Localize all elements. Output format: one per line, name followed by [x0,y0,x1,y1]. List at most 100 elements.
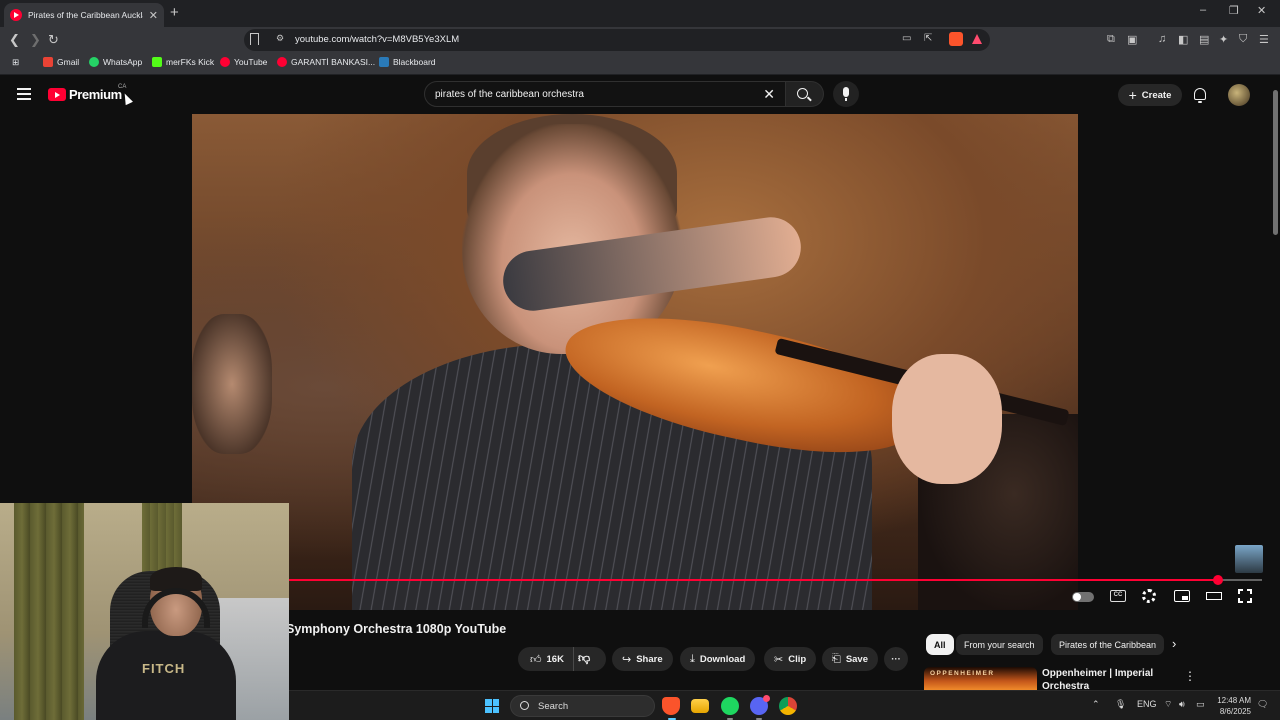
wallet-icon[interactable]: ▣ [1127,33,1137,46]
windows-start-icon[interactable] [485,699,499,713]
bookmark-youtube[interactable]: YouTube [220,57,267,67]
settings-gear-icon[interactable] [1142,589,1156,603]
spotify-icon[interactable] [721,697,739,715]
download-button[interactable]: ⤓ Download [680,647,756,671]
avatar[interactable] [1228,84,1250,106]
minimize-button[interactable]: – [1200,4,1206,16]
captions-button[interactable]: CC [1110,590,1126,602]
theater-mode-icon[interactable] [1206,592,1222,600]
thumbs-up-icon: 👍︎ [530,653,542,666]
channel-watermark[interactable] [1235,545,1263,573]
search-input[interactable]: pirates of the caribbean orchestra ✕ [424,81,786,107]
site-info-icon[interactable]: ⚙ [276,33,284,44]
share-page-icon[interactable]: ⇱ [924,33,932,44]
brave-shields-icon[interactable] [949,32,963,46]
clear-search-icon[interactable]: ✕ [763,86,775,103]
bookmark-gmail[interactable]: Gmail [43,57,79,67]
wallet2-icon[interactable]: ▤ [1199,33,1209,46]
microphone-icon[interactable]: 🎙︎ [1115,699,1126,710]
language-indicator[interactable]: ENG [1137,699,1157,709]
brave-rewards-icon[interactable] [972,34,982,44]
leo-ai-icon[interactable]: ✦ [1219,33,1228,46]
tab-title: Pirates of the Caribbean Auckland [28,10,143,20]
notification-center-icon[interactable]: 🗨︎ [1257,699,1268,710]
kebab-menu-icon[interactable]: ⋮ [1184,669,1196,683]
dislike-button[interactable]: 👎︎ [578,651,590,666]
hamburger-menu-icon[interactable] [17,88,31,100]
wifi-icon[interactable]: ⌔ [1164,699,1172,710]
miniplayer-icon[interactable] [1174,590,1190,602]
recommended-title[interactable]: Oppenheimer | Imperial Orchestra [1042,667,1182,690]
region-code: CA [118,84,127,90]
browser-toolbar: ❮ ❯ ↻ ⚙ youtube.com/watch?v=M8VB5Ye3XLM … [0,27,1280,53]
file-explorer-icon[interactable] [691,699,709,713]
scrollbar-thumb[interactable] [1273,90,1278,235]
create-label: Create [1141,89,1172,101]
more-actions-button[interactable]: ··· [884,647,908,671]
youtube-premium-brand[interactable]: Premium [69,87,122,102]
url-text[interactable]: youtube.com/watch?v=M8VB5Ye3XLM [295,34,459,45]
extensions-icon[interactable]: ⧉ [1107,33,1115,46]
progress-scrubber[interactable] [1213,575,1224,585]
search-icon [520,701,529,710]
create-button[interactable]: + Create [1118,84,1182,106]
scissors-icon: ✂ [774,653,784,666]
back-icon[interactable]: ❮ [9,32,20,48]
close-window-button[interactable]: ✕ [1257,4,1266,17]
share-button[interactable]: ↪ Share [612,647,673,671]
video-title: Symphony Orchestra 1080p YouTube [286,622,507,636]
clock-date: 8/6/2025 [1219,707,1251,716]
media-icon[interactable]: ♫ [1158,33,1166,45]
chip-from-your-search[interactable]: From your search [956,634,1043,655]
autoplay-toggle[interactable] [1072,592,1094,602]
battery-icon[interactable]: ▭ [1196,699,1205,710]
page-scrollbar[interactable] [1270,76,1280,690]
browser-tab-active[interactable]: Pirates of the Caribbean Auckland ✕ [4,3,164,27]
fullscreen-icon[interactable] [1237,588,1253,604]
like-dislike-group: 👍︎ 16K 👎︎ [518,647,606,671]
address-bar[interactable]: ⚙ youtube.com/watch?v=M8VB5Ye3XLM ▭ ⇱ [244,29,990,51]
bookmark-blackboard[interactable]: Blackboard [379,57,436,67]
cast-icon[interactable]: ▭ [902,33,911,44]
system-clock[interactable]: 12:48 AM 8/6/2025 [1213,695,1251,717]
volume-icon[interactable]: 🔊︎ [1179,699,1185,710]
restore-button[interactable]: ❐ [1229,4,1239,17]
youtube-logo-icon[interactable] [48,88,66,101]
apps-grid-icon[interactable]: ⊞ [12,57,19,68]
save-button[interactable]: ⎗ Save [822,647,878,671]
voice-search-button[interactable] [833,81,859,107]
chevron-right-icon[interactable]: › [1172,636,1176,651]
recommended-thumbnail[interactable]: OPPENHEIMER [924,667,1037,690]
bookmark-kick[interactable]: merFKs Kick [152,57,214,67]
youtube-favicon-icon [10,9,22,21]
search-button[interactable] [786,81,824,107]
chip-pirates[interactable]: Pirates of the Caribbean [1051,634,1164,655]
brave-browser-icon[interactable] [662,697,680,715]
video-player[interactable] [192,114,1078,610]
taskbar-search[interactable]: Search [510,695,655,717]
windows-taskbar: Search ⌃ 🎙︎ ENG ⌔ 🔊︎ ▭ 12:48 AM 8/6/2025… [289,690,1280,720]
vpn-icon[interactable]: ⛉ [1239,33,1247,46]
gmail-icon [43,57,53,67]
youtube-icon [220,57,230,67]
forward-icon[interactable]: ❯ [30,32,41,48]
sidebar-icon[interactable]: ◧ [1178,33,1188,46]
youtube-header: Premium CA pirates of the caribbean orch… [0,76,1270,114]
reload-icon[interactable]: ↻ [48,32,59,48]
tab-close-icon[interactable]: ✕ [149,9,158,22]
bookmark-icon[interactable] [250,33,259,45]
new-tab-button[interactable]: + [170,4,179,21]
clip-button[interactable]: ✂ Clip [764,647,817,671]
chip-all[interactable]: All [926,634,954,655]
chrome-icon[interactable] [779,697,797,715]
notifications-bell-icon[interactable] [1194,88,1206,103]
like-button[interactable]: 👍︎ 16K [518,647,574,671]
bookmark-garanti[interactable]: GARANTİ BANKASI... [277,57,375,67]
browser-tab-strip: Pirates of the Caribbean Auckland ✕ + – … [0,0,1280,27]
recommended-video[interactable]: OPPENHEIMER Oppenheimer | Imperial Orche… [924,667,1270,690]
search-query[interactable]: pirates of the caribbean orchestra [435,89,584,100]
bookmark-whatsapp[interactable]: WhatsApp [89,57,142,67]
chevron-up-icon[interactable]: ⌃ [1092,699,1100,710]
progress-bar[interactable] [286,575,1262,585]
menu-icon[interactable]: ☰ [1259,33,1269,46]
